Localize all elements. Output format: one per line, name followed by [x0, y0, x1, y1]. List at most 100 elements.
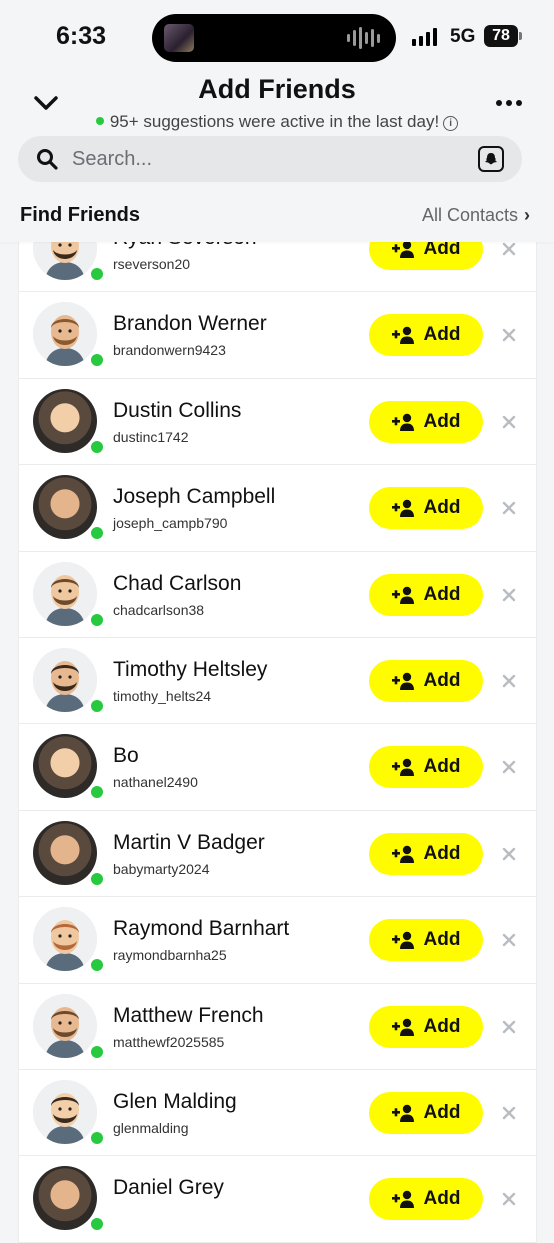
- avatar: [33, 993, 97, 1058]
- more-options-button[interactable]: [496, 100, 522, 106]
- add-button-label: Add: [423, 497, 461, 519]
- cellular-signal-icon: [412, 28, 437, 46]
- dismiss-icon[interactable]: [501, 241, 517, 257]
- add-friend-button[interactable]: Add: [369, 573, 483, 616]
- more-dot: [516, 100, 522, 106]
- friend-suggestion-row[interactable]: Raymond Barnhart raymondbarnha25 Add: [19, 897, 536, 984]
- avatar: [33, 561, 97, 626]
- dismiss-icon[interactable]: [501, 1105, 517, 1121]
- add-button-label: Add: [423, 410, 461, 432]
- avatar-wrap[interactable]: [33, 993, 105, 1060]
- add-button-label: Add: [423, 929, 461, 951]
- add-friend-button[interactable]: Add: [369, 487, 483, 530]
- avatar-wrap[interactable]: [33, 907, 105, 974]
- ghost-icon: [485, 153, 497, 165]
- friend-name: Matthew French: [113, 1003, 264, 1027]
- friend-name: Dustin Collins: [113, 398, 242, 422]
- add-person-icon: [391, 1104, 414, 1122]
- avatar-wrap[interactable]: [33, 1079, 105, 1146]
- status-bar: 6:33 5G 78: [0, 0, 554, 72]
- avatar-wrap[interactable]: [33, 388, 105, 455]
- online-status-dot: [89, 611, 105, 628]
- friend-suggestion-row[interactable]: Brandon Werner brandonwern9423 Add: [19, 292, 536, 379]
- add-person-icon: [391, 240, 414, 258]
- add-friend-button[interactable]: Add: [369, 1091, 483, 1134]
- dismiss-icon[interactable]: [501, 587, 517, 603]
- add-button-label: Add: [423, 583, 461, 605]
- dismiss-icon[interactable]: [501, 932, 517, 948]
- page-title: Add Friends: [198, 74, 356, 104]
- add-button-label: Add: [423, 1188, 461, 1210]
- dismiss-icon[interactable]: [501, 327, 517, 343]
- friend-suggestion-row[interactable]: Joseph Campbell joseph_campb790 Add: [19, 465, 536, 552]
- dismiss-icon[interactable]: [501, 759, 517, 775]
- avatar-wrap[interactable]: [33, 734, 105, 801]
- friend-suggestion-row[interactable]: Glen Malding glenmalding Add: [19, 1070, 536, 1157]
- friend-name: Martin V Badger: [113, 830, 265, 854]
- friend-suggestion-row[interactable]: Daniel Grey Add: [19, 1156, 536, 1243]
- chevron-right-icon: ›: [524, 205, 530, 225]
- dismiss-icon[interactable]: [501, 846, 517, 862]
- friend-name: Raymond Barnhart: [113, 917, 290, 941]
- add-person-icon: [391, 327, 414, 345]
- dismiss-icon[interactable]: [501, 673, 517, 689]
- friend-name: Bo: [113, 744, 139, 768]
- friend-name: Daniel Grey: [113, 1176, 224, 1200]
- all-contacts-label: All Contacts: [421, 205, 518, 225]
- friend-username: rseverson20: [113, 256, 191, 272]
- avatar-wrap[interactable]: [33, 302, 105, 369]
- friend-username: dustinc1742: [113, 428, 189, 445]
- friend-suggestion-row[interactable]: Matthew French matthewf2025585 Add: [19, 984, 536, 1070]
- add-person-icon: [391, 499, 414, 518]
- add-friend-button[interactable]: Add: [369, 314, 483, 357]
- avatar-wrap[interactable]: [33, 820, 105, 887]
- header: Add Friends 95+ suggestions were active …: [0, 72, 554, 242]
- online-status-dot: [89, 525, 105, 542]
- dismiss-icon[interactable]: [501, 414, 517, 430]
- friend-suggestion-row[interactable]: Martin V Badger babymarty2024 Add: [19, 811, 536, 898]
- add-person-icon: [391, 845, 414, 863]
- online-status-dot: [89, 697, 105, 714]
- search-bar[interactable]: [18, 136, 522, 182]
- add-friend-button[interactable]: Add: [369, 1178, 483, 1221]
- add-button-label: Add: [423, 842, 461, 864]
- friend-name: Glen Malding: [113, 1089, 237, 1113]
- friend-username: babymarty2024: [113, 860, 210, 877]
- friend-username: brandonwern9423: [113, 342, 226, 359]
- add-button-label: Add: [423, 669, 461, 691]
- friend-suggestion-row[interactable]: Bo nathanel2490 Add: [19, 724, 536, 811]
- battery-icon: 78: [484, 25, 518, 47]
- add-friend-button[interactable]: Add: [369, 400, 483, 443]
- add-friend-button[interactable]: Add: [369, 832, 483, 875]
- online-status-dot: [89, 266, 105, 282]
- dismiss-icon[interactable]: [501, 1019, 517, 1035]
- add-friend-button[interactable]: Add: [369, 746, 483, 789]
- dynamic-island[interactable]: [152, 14, 396, 62]
- friend-suggestion-row[interactable]: Chad Carlson chadcarlson38 Add: [19, 552, 536, 638]
- search-input[interactable]: [70, 146, 478, 172]
- avatar: [33, 475, 97, 540]
- dismiss-icon[interactable]: [501, 500, 517, 516]
- online-dot-icon: [95, 117, 104, 125]
- avatar-wrap[interactable]: [33, 475, 105, 542]
- snapcode-scan-button[interactable]: [478, 146, 504, 172]
- add-friend-button[interactable]: Add: [369, 1005, 483, 1048]
- avatar-wrap[interactable]: [33, 561, 105, 628]
- info-icon[interactable]: i: [443, 116, 459, 131]
- online-status-dot: [89, 1129, 105, 1146]
- friend-suggestion-row[interactable]: Dustin Collins dustinc1742 Add: [19, 379, 536, 466]
- online-status-dot: [89, 1043, 105, 1060]
- chevron-down-icon[interactable]: [32, 92, 60, 114]
- dismiss-icon[interactable]: [501, 1191, 517, 1207]
- online-status-dot: [89, 870, 105, 887]
- add-person-icon: [391, 413, 414, 431]
- friend-name: Chad Carlson: [113, 571, 242, 595]
- friend-suggestion-row[interactable]: Timothy Heltsley timothy_helts24 Add: [19, 638, 536, 725]
- avatar-wrap[interactable]: [33, 1166, 105, 1233]
- add-friend-button[interactable]: Add: [369, 659, 483, 702]
- all-contacts-link[interactable]: All Contacts ›: [422, 205, 530, 226]
- add-friend-button[interactable]: Add: [369, 919, 483, 962]
- avatar-wrap[interactable]: [33, 647, 105, 714]
- battery-tip: [519, 32, 522, 40]
- avatar: [33, 1079, 97, 1144]
